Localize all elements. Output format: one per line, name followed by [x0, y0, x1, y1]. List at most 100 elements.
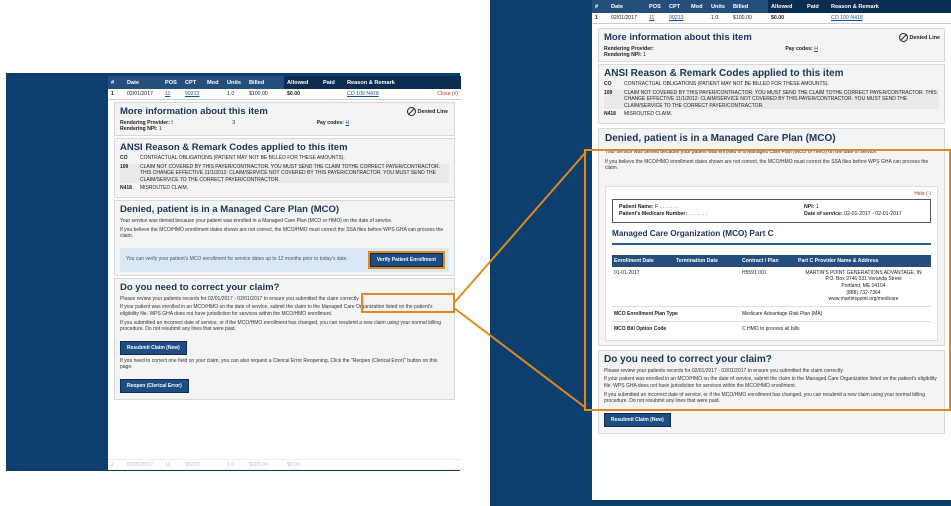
faded-row-date: 02/01/2017: [127, 461, 153, 468]
col-num: #: [111, 79, 115, 86]
row-codes-link[interactable]: CO 109 N418: [344, 91, 421, 97]
more-info-title: More information about this item: [120, 106, 268, 117]
resubmit-claim-button[interactable]: Resubmit Claim (New): [120, 340, 187, 355]
denied-icon: [406, 107, 416, 116]
ansi-code-row: N418 MISROUTED CLAIM.: [604, 111, 939, 118]
faded-row-allowed: $0.00: [287, 461, 300, 468]
rendering-provider-value-2: 3: [232, 120, 236, 126]
denied-mco-section: Denied, patient is in a Managed Care Pla…: [114, 199, 455, 276]
claim-table-header: # Date POS CPT Mod Units Billed Allowed …: [108, 76, 461, 89]
more-info-section-right: More information about this item Denied …: [598, 28, 945, 62]
col-billed: Billed: [249, 79, 265, 86]
row-num: 1: [111, 91, 114, 97]
faded-row-num: 2: [111, 461, 114, 468]
row-pos-link[interactable]: 11: [162, 91, 182, 97]
ansi-codes-section-right: ANSI Reason & Remark Codes applied to th…: [598, 64, 945, 124]
verify-note: You can verify your patient's MCO enroll…: [126, 256, 348, 263]
verify-patient-enrollment-button[interactable]: Verify Patient Enrollment: [367, 250, 446, 269]
col-pos: POS: [649, 3, 661, 10]
row-date: 02/01/2017: [127, 91, 153, 97]
code-co-text: CONTRACTUAL OBLIGATIONS (PATIENT MAY NOT…: [624, 81, 829, 87]
faded-row-billed: $100.00: [249, 461, 268, 468]
correct-claim-title: Do you need to correct your claim?: [120, 281, 280, 293]
correct-claim-section: Do you need to correct your claim? Pleas…: [114, 277, 455, 400]
col-date: Date: [127, 79, 140, 86]
correct-text-3: If you submitted an incorrect date of se…: [120, 319, 441, 333]
ansi-title: ANSI Reason & Remark Codes applied to th…: [604, 68, 844, 79]
correct-text-1: Please review your patients records for …: [120, 295, 360, 302]
row-codes-link[interactable]: CO 109 N418: [828, 15, 951, 21]
faded-row-cpt: 99213: [185, 461, 200, 468]
rendering-npi-value: 1: [158, 126, 162, 132]
reopen-clerical-error-button[interactable]: Reopen (Clerical Error): [120, 378, 189, 393]
pay-codes-link[interactable]: H: [814, 46, 818, 52]
ansi-code-row: 109 CLAIM NOT COVERED BY THIS PAYER/CONTR…: [120, 163, 449, 184]
code-109: 109: [604, 89, 613, 96]
faded-row-pos: 11: [165, 461, 171, 468]
code-co: CO: [120, 155, 128, 161]
col-reason: Reason & Remark: [828, 0, 951, 13]
denied-mco-text-2: If you believe the MCO/HMO enrollment da…: [120, 226, 444, 240]
col-units: Units: [227, 79, 241, 86]
claim-row-right[interactable]: 1 02/01/2017 11 99213 1.0 $100.00 $0.00 …: [592, 13, 951, 24]
rendering-provider-value: I: [171, 120, 173, 126]
code-n418: N418: [604, 111, 616, 118]
col-num: #: [595, 3, 599, 10]
more-info-title: More information about this item: [604, 32, 752, 43]
claim-table-header-right: # Date POS CPT Mod Units Billed Allowed …: [592, 0, 951, 13]
correct-text-4: If you need to correct one field on your…: [120, 357, 438, 371]
code-co-text: CONTRACTUAL OBLIGATIONS (PATIENT MAY NOT…: [140, 155, 345, 161]
pay-codes-link[interactable]: H: [345, 120, 349, 126]
col-paid: Paid: [804, 0, 828, 13]
row-billed: $100.00: [249, 91, 268, 97]
col-allowed: Allowed: [284, 76, 320, 89]
faded-row-units: 1.0: [227, 461, 235, 468]
row-allowed: $0.00: [287, 91, 300, 97]
col-mod: Mod: [207, 79, 219, 86]
row-num: 1: [595, 15, 598, 21]
denied-mco-text-1: Your service was denied because your pat…: [120, 217, 393, 224]
code-n418-text: MISROUTED CLAIM.: [624, 111, 673, 118]
denied-icon: [898, 33, 908, 42]
claim-row[interactable]: 1 02/01/2017 11 99213 1.0 $100.00 $0.00 …: [108, 89, 461, 100]
code-109-text: CLAIM NOT COVERED BY THIS PAYER/CONTRACT…: [624, 89, 937, 109]
col-paid: Paid: [320, 76, 344, 89]
close-row-link[interactable]: Close (x): [421, 91, 461, 97]
ansi-code-row: 109 CLAIM NOT COVERED BY THIS PAYER/CONTR…: [604, 89, 939, 110]
left-claim-panel: # Date POS CPT Mod Units Billed Allowed …: [108, 76, 461, 470]
col-mod: Mod: [691, 3, 703, 10]
row-units: 1.0: [711, 15, 719, 21]
denied-line-label: Denied Line: [909, 34, 940, 41]
more-info-section: More information about this item Denied …: [114, 102, 455, 136]
row-allowed: $0.00: [771, 15, 784, 21]
denied-line-indicator: Denied Line: [406, 107, 448, 116]
code-109-text: CLAIM NOT COVERED BY THIS PAYER/CONTRACT…: [140, 163, 441, 183]
col-cpt: CPT: [669, 3, 681, 10]
col-billed: Billed: [733, 3, 749, 10]
ansi-code-row: CO CONTRACTUAL OBLIGATIONS (PATIENT MAY N…: [604, 81, 939, 88]
col-cpt: CPT: [185, 79, 197, 86]
row-cpt-link[interactable]: 99213: [182, 91, 204, 97]
resubmit-claim-button[interactable]: Resubmit Claim (New): [604, 412, 671, 427]
denied-mco-title: Denied, patient is in a Managed Care Pla…: [120, 203, 340, 215]
row-cpt-link[interactable]: 99213: [666, 15, 688, 21]
row-date: 02/01/2017: [611, 15, 637, 21]
ansi-code-row: N418 MISROUTED CLAIM.: [120, 185, 449, 192]
code-n418: N418: [120, 185, 132, 192]
ansi-code-row: CO CONTRACTUAL OBLIGATIONS (PATIENT MAY N…: [120, 155, 449, 162]
ansi-title: ANSI Reason & Remark Codes applied to th…: [120, 142, 348, 153]
col-pos: POS: [165, 79, 177, 86]
col-date: Date: [611, 3, 624, 10]
denied-line-indicator: Denied Line: [898, 33, 940, 42]
col-allowed: Allowed: [768, 0, 804, 13]
verify-enrollment-box: You can verify your patient's MCO enroll…: [120, 247, 449, 272]
row-pos-link[interactable]: 11: [646, 15, 666, 21]
code-n418-text: MISROUTED CLAIM.: [140, 185, 189, 192]
pay-codes-label: Pay codes:: [785, 46, 813, 52]
col-reason: Reason & Remark: [344, 76, 461, 89]
denied-line-label: Denied Line: [417, 108, 448, 115]
pay-codes-label: Pay codes:: [316, 120, 344, 126]
rendering-npi-label: Rendering NPI:: [604, 52, 642, 58]
ansi-codes-section: ANSI Reason & Remark Codes applied to th…: [114, 138, 455, 198]
rendering-npi-value: 1: [642, 52, 646, 58]
